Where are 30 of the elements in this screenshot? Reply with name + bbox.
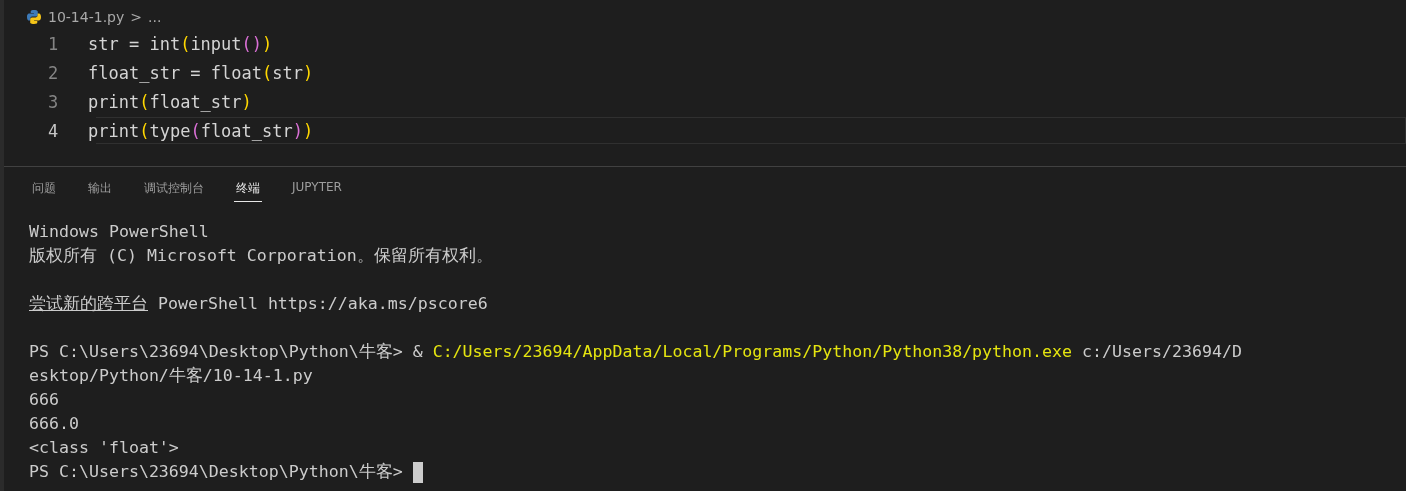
terminal-text: c:/Users/23694/D [1081, 341, 1242, 363]
terminal-text: 666.0 [29, 413, 79, 435]
terminal-text: Windows PowerShell [29, 221, 209, 243]
panel-tab[interactable]: 调试控制台 [142, 180, 206, 202]
code-line: str = int(input()) [88, 33, 273, 54]
terminal-cursor [412, 461, 423, 483]
terminal-text: esktop/Python/牛客/10-14-1.py [29, 365, 313, 387]
code-line: float_str = float(str) [88, 62, 314, 83]
terminal-text: 666 [29, 389, 59, 411]
terminal-text: PowerShell https://aka.ms/pscore6 [157, 293, 488, 315]
panel-tab[interactable]: 问题 [30, 180, 58, 202]
breadcrumb-more[interactable]: ... [148, 9, 162, 25]
line-number: 4 [47, 120, 60, 141]
line-number: 1 [47, 33, 60, 54]
panel-tab[interactable]: JUPYTER [290, 180, 344, 202]
line-number: 2 [47, 62, 60, 83]
breadcrumb-file[interactable]: 10-14-1.py [48, 9, 125, 25]
terminal-text: <class 'float'> [29, 437, 179, 459]
line-number: 3 [47, 91, 60, 112]
panel-tab[interactable]: 终端 [234, 180, 262, 202]
panel-tab[interactable]: 输出 [86, 180, 114, 202]
breadcrumb-separator: > [130, 9, 142, 25]
terminal-text: PS C:\Users\23694\Desktop\Python\牛客> & [29, 341, 424, 363]
terminal-text: 版权所有 (C) Microsoft Corporation。保留所有权利。 [29, 245, 493, 267]
terminal-command: C:/Users/23694/AppData/Local/Programs/Python/Python38/python.exe [432, 341, 1073, 363]
python-file-icon [26, 9, 42, 25]
code-line: print(type(float_str)) [88, 120, 314, 141]
terminal-text: PS C:\Users\23694\Desktop\Python\牛客> [29, 461, 404, 483]
terminal-link[interactable]: 尝试新的跨平台 [29, 292, 148, 316]
code-line: print(float_str) [88, 91, 252, 112]
